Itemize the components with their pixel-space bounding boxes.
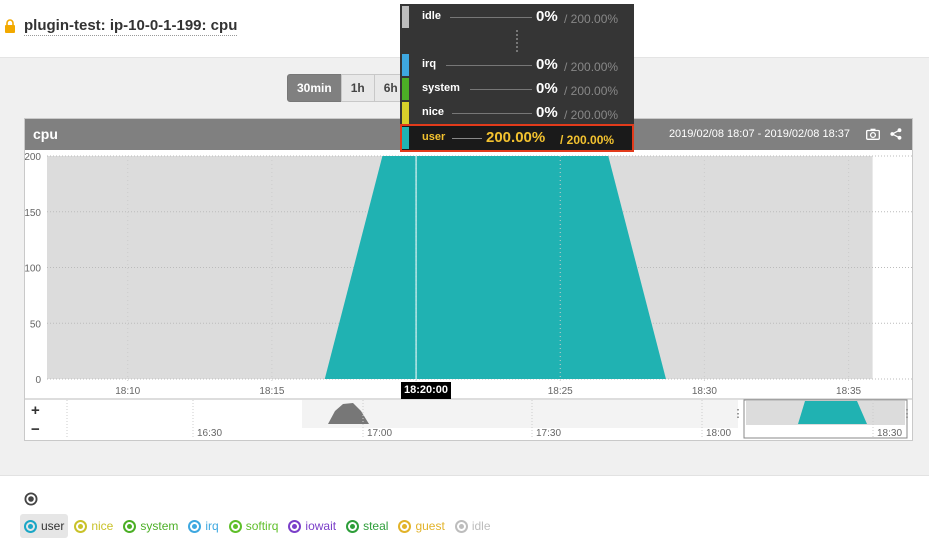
tooltip-max: / 200.00%: [564, 60, 619, 74]
y-tick-label: 200: [25, 152, 41, 163]
legend-label: steal: [363, 519, 389, 533]
chart-time-range: 2019/02/08 18:07 - 2019/02/08 18:37: [668, 128, 850, 140]
legend-dot-icon: [228, 519, 242, 533]
legend-item-idle[interactable]: idle: [451, 514, 495, 538]
x-tick-label: 18:15: [259, 386, 284, 397]
value-tooltip: idle 0% / 200.00% irq 0% / 200.00% syste…: [400, 4, 634, 152]
tooltip-row-user: user 200.00% / 200.00%: [400, 127, 634, 149]
navigator-tick-label: 16:30: [197, 428, 222, 439]
legend-toggle-all-icon[interactable]: [24, 492, 38, 506]
zoom-out-button[interactable]: −: [31, 421, 40, 438]
legend-label: irq: [205, 519, 219, 533]
legend-dot-icon: [454, 519, 468, 533]
tooltip-label: user: [422, 131, 446, 143]
legend-item-irq[interactable]: irq: [184, 514, 222, 538]
camera-icon[interactable]: [866, 128, 880, 140]
tooltip-swatch: [402, 102, 409, 124]
legend-item-system[interactable]: system: [119, 514, 182, 538]
tooltip-max: / 200.00%: [560, 133, 615, 147]
tooltip-swatch: [402, 78, 409, 100]
legend-dot-icon: [123, 519, 137, 533]
x-tick-label: 18:30: [692, 386, 717, 397]
zoom-in-button[interactable]: +: [31, 402, 40, 419]
navigator-tick-label: 17:30: [536, 428, 561, 439]
tooltip-row-idle: idle 0% / 200.00%: [400, 6, 634, 28]
tooltip-value: 0%: [536, 80, 558, 97]
tooltip-value: 200.00%: [486, 129, 546, 146]
navigator-tick-label: 18:30: [877, 428, 902, 439]
navigator-handle[interactable]: ⋮: [902, 408, 913, 420]
navigator-tick-label: 17:00: [367, 428, 392, 439]
time-range-selector: 30min 1h 6h: [287, 74, 408, 102]
y-tick-label: 100: [25, 264, 41, 275]
legend-dot-icon: [288, 519, 302, 533]
navigator-tick-label: 18:00: [706, 428, 731, 439]
share-icon[interactable]: [890, 128, 902, 140]
legend-label: idle: [471, 519, 491, 533]
y-tick-label: 150: [25, 208, 41, 219]
x-tick-label: 18:25: [548, 386, 573, 397]
legend-label: user: [41, 519, 65, 533]
tooltip-separator: [516, 30, 518, 52]
legend-dot-icon: [74, 519, 88, 533]
tooltip-max: / 200.00%: [564, 108, 619, 122]
tooltip-max: / 200.00%: [564, 84, 619, 98]
cursor-time-label: 18:20:00: [401, 382, 452, 399]
range-30min-button[interactable]: 30min: [287, 74, 342, 102]
legend-dot-icon: [188, 519, 202, 533]
legend-label: softirq: [245, 519, 279, 533]
page-title[interactable]: plugin-test: ip-10-0-1-199: cpu: [24, 17, 238, 36]
tooltip-label: system: [422, 82, 460, 94]
tooltip-swatch: [402, 54, 409, 76]
lock-icon: [5, 19, 15, 33]
tooltip-label: idle: [422, 10, 441, 22]
tooltip-value: 0%: [536, 56, 558, 73]
tooltip-swatch: [402, 6, 409, 28]
tooltip-value: 0%: [536, 104, 558, 121]
range-1h-button[interactable]: 1h: [340, 74, 375, 102]
legend-dot-icon: [24, 519, 37, 533]
tooltip-row-nice: nice 0% / 200.00%: [400, 102, 634, 124]
tooltip-max: / 200.00%: [564, 12, 619, 26]
tooltip-label: nice: [422, 106, 445, 118]
legend-dot-icon: [346, 519, 360, 533]
navigator-window-area: [798, 401, 867, 424]
chart-title: cpu: [33, 126, 58, 142]
legend-item-softirq[interactable]: softirq: [225, 514, 283, 538]
tooltip-swatch: [402, 127, 409, 149]
legend-item-steal[interactable]: steal: [342, 514, 392, 538]
legend-item-nice[interactable]: nice: [70, 514, 117, 538]
series-area-user: [324, 156, 666, 379]
legend-label: guest: [415, 519, 445, 533]
y-tick-label: 0: [35, 375, 41, 386]
tooltip-row-system: system 0% / 200.00%: [400, 78, 634, 100]
legend-label: system: [140, 519, 179, 533]
x-tick-label: 18:10: [115, 386, 140, 397]
navigator-handle[interactable]: ⋮: [733, 408, 744, 420]
legend-label: nice: [91, 519, 114, 533]
legend-item-user[interactable]: user: [20, 514, 69, 538]
tooltip-value: 0%: [536, 8, 558, 25]
tooltip-label: irq: [422, 58, 437, 70]
legend-item-iowait[interactable]: iowait: [284, 514, 340, 538]
y-tick-label: 50: [30, 319, 42, 330]
tooltip-row-irq: irq 0% / 200.00%: [400, 54, 634, 76]
chart-panel: 05010015020018:1018:1518:2018:2518:3018:…: [24, 118, 913, 441]
legend-dot-icon: [398, 519, 412, 533]
series-legend: user nice system irq softirq iowait steal guest…: [20, 514, 497, 538]
x-tick-label: 18:35: [836, 386, 861, 397]
legend-item-guest[interactable]: guest: [394, 514, 448, 538]
legend-label: iowait: [305, 519, 337, 533]
cpu-chart[interactable]: 05010015020018:1018:1518:2018:2518:3018:…: [25, 119, 912, 440]
